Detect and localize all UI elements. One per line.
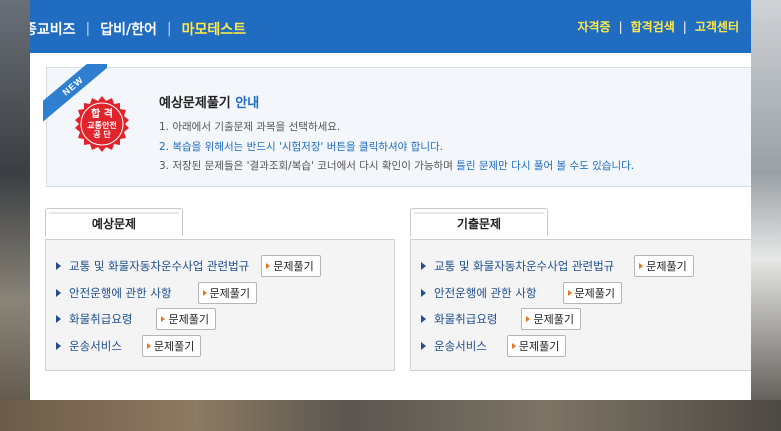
subject-link[interactable]: 운송서비스 <box>434 338 487 354</box>
arrow-right-icon <box>421 288 426 297</box>
solve-button[interactable]: 문제풀기 <box>197 281 258 304</box>
arrow-right-icon <box>56 315 61 324</box>
subject-row: 운송서비스 문제풀기 <box>421 333 694 360</box>
nav-item-2[interactable]: 답비/한어 <box>100 19 157 39</box>
play-icon <box>266 263 271 270</box>
play-icon <box>526 316 531 323</box>
notice-line-2: 2. 복습을 위해서는 반드시 '시험저장' 버튼을 클릭하셔야 합니다. <box>159 140 443 153</box>
subject-row: 운송서비스 문제풀기 <box>56 333 321 360</box>
solve-button[interactable]: 문제풀기 <box>521 308 581 331</box>
solve-button[interactable]: 문제풀기 <box>506 334 567 357</box>
page-window: 종교비즈 | 답비/한어 | 마모테스트 자격증 | 합격검색 | 고객센터 N… <box>30 0 751 400</box>
notice-box: NEW 합 격 교통안전 공 단 예상문제풀기 안내 1. 아래에서 기출문제 … <box>43 64 751 187</box>
solve-button-label: 문제풀기 <box>153 339 195 353</box>
subject-row: 안전운행에 관한 사항 문제풀기 <box>56 280 321 307</box>
panel-body: 교통 및 화물자동차운수사업 관련법규 문제풀기 안전운행에 관한 사항 문제풀… <box>45 239 395 371</box>
notice-line-1: 1. 아래에서 기출문제 과목을 선택하세요. <box>159 121 341 133</box>
solve-button[interactable]: 문제풀기 <box>562 281 623 304</box>
background-left <box>0 0 30 431</box>
subject-link[interactable]: 운송서비스 <box>69 338 122 354</box>
arrow-right-icon <box>421 315 426 324</box>
panel-tab-past[interactable]: 기출문제 <box>410 208 548 236</box>
notice-line-3: 3. 저장된 문제들은 '결과조회/복습' 코너에서 다시 확인이 가능하며 틀… <box>159 157 634 177</box>
pass-seal-icon: 합 격 교통안전 공 단 <box>73 95 131 153</box>
solve-button-label: 문제풀기 <box>574 286 616 300</box>
panel-expected: 예상문제 교통 및 화물자동차운수사업 관련법규 문제풀기 안전운행에 관한 사… <box>45 208 395 371</box>
play-icon <box>202 289 207 296</box>
solve-button-label: 문제풀기 <box>518 339 560 353</box>
nav-item-active[interactable]: 마모테스트 <box>182 19 246 39</box>
notice-title: 예상문제풀기 안내 <box>159 92 259 111</box>
subject-link[interactable]: 화물취급요령 <box>69 311 132 327</box>
solve-button-label: 문제풀기 <box>209 286 251 300</box>
notice-line-3-highlight: 틀린 문제만 다시 풀어 볼 수도 있습니다. <box>456 160 635 172</box>
arrow-right-icon <box>421 341 426 350</box>
arrow-right-icon <box>56 262 61 271</box>
subject-row: 교통 및 화물자동차운수사업 관련법규 문제풀기 <box>421 253 694 280</box>
nav-item-1[interactable]: 종교비즈 <box>30 19 76 39</box>
play-icon <box>511 342 516 349</box>
subject-row: 안전운행에 관한 사항 문제풀기 <box>421 280 694 307</box>
utility-nav: 자격증 | 합격검색 | 고객센터 <box>577 18 739 35</box>
play-icon <box>639 263 644 270</box>
nav-separator: | <box>682 19 687 34</box>
seal-line1: 합 격 <box>91 109 113 121</box>
background-bottom <box>0 400 781 431</box>
panel-tab-expected[interactable]: 예상문제 <box>45 208 183 236</box>
nav-right-item-3[interactable]: 고객센터 <box>695 18 739 35</box>
notice-title-accent: 안내 <box>235 96 260 111</box>
subject-link[interactable]: 화물취급요령 <box>434 311 497 327</box>
subject-list: 교통 및 화물자동차운수사업 관련법규 문제풀기 안전운행에 관한 사항 문제풀… <box>421 253 694 359</box>
solve-button[interactable]: 문제풀기 <box>634 255 694 278</box>
notice-line-3-text: 3. 저장된 문제들은 '결과조회/복습' 코너에서 다시 확인이 가능하며 <box>159 160 457 172</box>
nav-right-item-1[interactable]: 자격증 <box>577 18 610 35</box>
arrow-right-icon <box>56 288 61 297</box>
play-icon <box>146 342 151 349</box>
play-icon <box>161 316 166 323</box>
solve-button-label: 문제풀기 <box>168 313 209 327</box>
solve-button[interactable]: 문제풀기 <box>141 334 202 357</box>
subject-row: 교통 및 화물자동차운수사업 관련법규 문제풀기 <box>56 253 321 280</box>
seal-line3: 공 단 <box>93 129 111 139</box>
solve-button-label: 문제풀기 <box>533 313 574 327</box>
panel-past: 기출문제 교통 및 화물자동차운수사업 관련법규 문제풀기 안전운행에 관한 사… <box>410 208 751 371</box>
notice-lines: 1. 아래에서 기출문제 과목을 선택하세요. 2. 복습을 위해서는 반드시 … <box>159 118 634 177</box>
panel-body: 교통 및 화물자동차운수사업 관련법규 문제풀기 안전운행에 관한 사항 문제풀… <box>410 239 751 371</box>
subject-link[interactable]: 안전운행에 관한 사항 <box>434 285 537 301</box>
arrow-right-icon <box>56 341 61 350</box>
subject-link[interactable]: 교통 및 화물자동차운수사업 관련법규 <box>69 258 249 274</box>
arrow-right-icon <box>421 262 426 271</box>
subject-link[interactable]: 교통 및 화물자동차운수사업 관련법규 <box>434 258 614 274</box>
play-icon <box>567 289 572 296</box>
solve-button[interactable]: 문제풀기 <box>261 255 321 278</box>
main-nav: 종교비즈 | 답비/한어 | 마모테스트 <box>30 18 246 40</box>
background-right <box>751 0 781 431</box>
nav-right-item-2[interactable]: 합격검색 <box>631 18 675 35</box>
subject-link[interactable]: 안전운행에 관한 사항 <box>69 285 172 301</box>
solve-button-label: 문제풀기 <box>273 260 314 274</box>
seal-line2: 교통안전 <box>87 120 117 130</box>
subject-list: 교통 및 화물자동차운수사업 관련법규 문제풀기 안전운행에 관한 사항 문제풀… <box>56 253 321 359</box>
top-nav-bar: 종교비즈 | 답비/한어 | 마모테스트 자격증 | 합격검색 | 고객센터 <box>30 0 751 53</box>
subject-row: 화물취급요령 문제풀기 <box>421 306 694 333</box>
nav-separator: | <box>618 19 623 34</box>
solve-button-label: 문제풀기 <box>646 260 687 274</box>
subject-row: 화물취급요령 문제풀기 <box>56 306 321 333</box>
nav-separator: | <box>166 21 172 37</box>
notice-title-main: 예상문제풀기 <box>159 96 231 111</box>
nav-separator: | <box>85 21 91 37</box>
solve-button[interactable]: 문제풀기 <box>156 308 216 331</box>
